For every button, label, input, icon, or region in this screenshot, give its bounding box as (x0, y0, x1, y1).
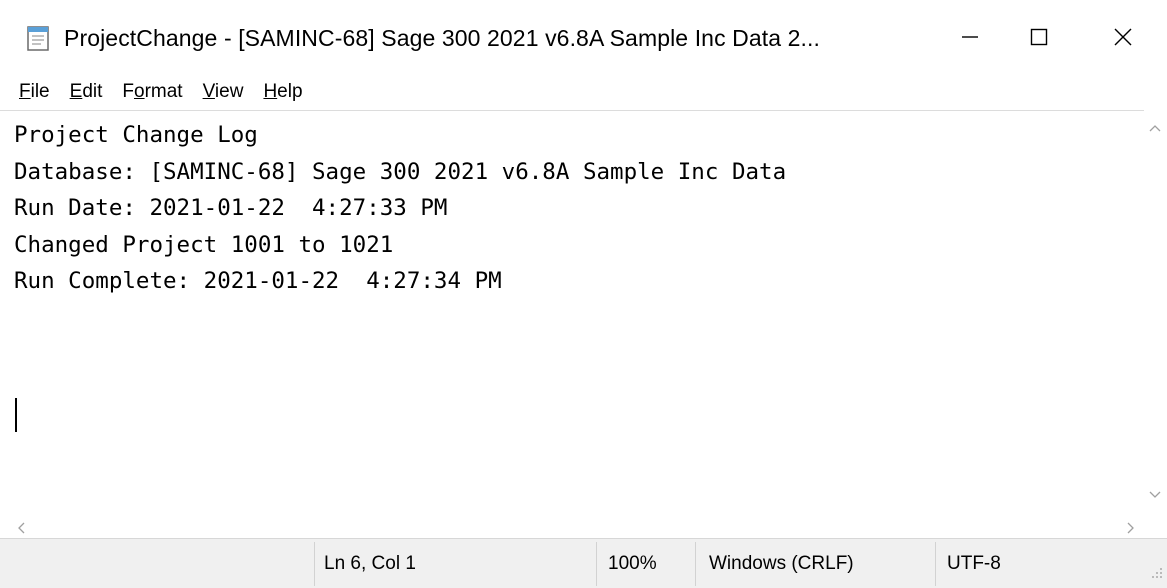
menu-help[interactable]: Help (253, 77, 312, 107)
text-line: Run Date: 2021-01-22 4:27:33 PM (14, 195, 448, 221)
status-separator (596, 542, 597, 586)
status-encoding: UTF-8 (947, 553, 1001, 574)
status-separator (935, 542, 936, 586)
status-bar: Ln 6, Col 1 100% Windows (CRLF) UTF-8 (0, 538, 1167, 588)
menu-view[interactable]: View (193, 77, 254, 107)
status-cursor-position: Ln 6, Col 1 (324, 553, 416, 574)
scrollbar-corner (1144, 515, 1167, 538)
title-bar[interactable]: ProjectChange - [SAMINC-68] Sage 300 202… (0, 0, 1167, 74)
notepad-window: ProjectChange - [SAMINC-68] Sage 300 202… (0, 0, 1167, 588)
scroll-up-arrow-icon[interactable] (1149, 120, 1161, 138)
status-zoom: 100% (608, 553, 657, 574)
scroll-down-arrow-icon[interactable] (1149, 487, 1161, 505)
status-separator (695, 542, 696, 586)
window-title: ProjectChange - [SAMINC-68] Sage 300 202… (64, 25, 820, 51)
minimize-icon (962, 36, 978, 38)
text-line: Database: [SAMINC-68] Sage 300 2021 v6.8… (14, 158, 787, 185)
menu-edit[interactable]: Edit (60, 77, 113, 107)
text-line: Project Change Log (14, 122, 258, 148)
horizontal-scrollbar[interactable] (0, 515, 1144, 538)
status-separator (314, 542, 315, 586)
close-icon (1114, 28, 1132, 46)
text-line: Run Complete: 2021-01-22 4:27:34 PM (14, 268, 502, 294)
resize-grip-icon[interactable] (1151, 566, 1163, 584)
text-caret (15, 398, 17, 432)
menu-bar: File Edit Format View Help (0, 74, 1167, 110)
scroll-left-arrow-icon[interactable] (16, 521, 26, 539)
close-button[interactable] (1079, 0, 1167, 74)
text-line: Changed Project 1001 to 1021 (14, 231, 394, 258)
scroll-right-arrow-icon[interactable] (1126, 521, 1136, 539)
menu-format[interactable]: Format (112, 77, 192, 107)
menu-file[interactable]: File (0, 77, 60, 107)
maximize-icon (1030, 28, 1048, 46)
vertical-scrollbar[interactable] (1144, 110, 1167, 515)
text-editor[interactable]: Project Change Log Database: [SAMINC-68] … (0, 110, 1144, 515)
maximize-button[interactable] (995, 0, 1083, 74)
notepad-icon[interactable] (24, 24, 52, 52)
status-line-ending: Windows (CRLF) (709, 553, 854, 574)
document-text[interactable]: Project Change Log Database: [SAMINC-68] … (0, 111, 1144, 300)
